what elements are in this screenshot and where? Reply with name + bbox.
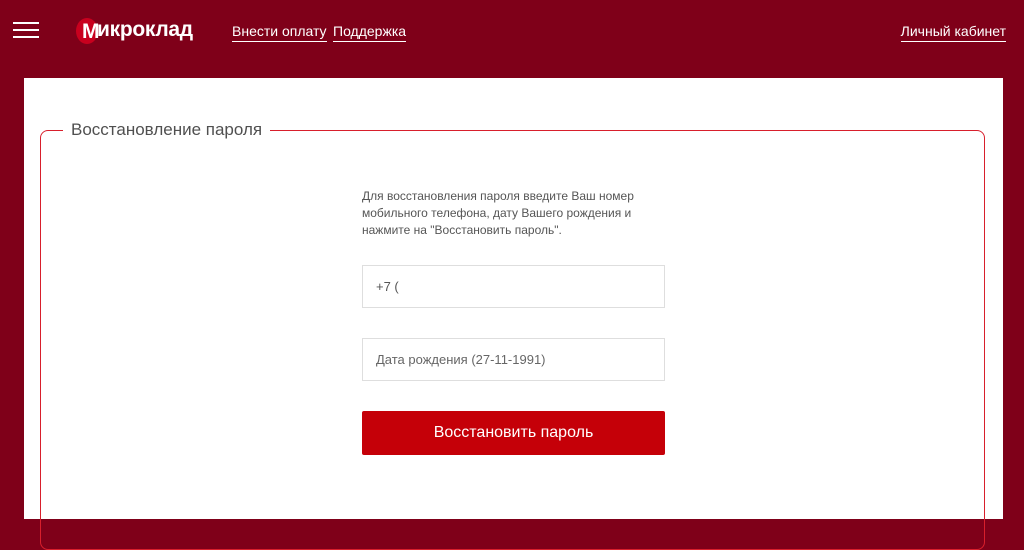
menu-line [13, 36, 39, 38]
logo-mark-icon: М [76, 18, 100, 44]
menu-line [13, 29, 39, 31]
page-title: Восстановление пароля [63, 119, 271, 141]
site-header: М икроклад Внести оплату Поддержка Личны… [0, 0, 1024, 78]
nav-link-cabinet[interactable]: Личный кабинет [900, 23, 1006, 42]
nav-link-pay[interactable]: Внести оплату [232, 23, 327, 42]
phone-input[interactable] [362, 265, 665, 308]
hamburger-menu-icon[interactable] [13, 22, 39, 38]
instructions-text: Для восстановления пароля введите Ваш но… [362, 189, 634, 237]
birth-date-input[interactable] [362, 338, 665, 381]
main-content: Восстановление пароля Для восстановления… [24, 78, 1003, 550]
logo-text: икроклад [97, 18, 193, 41]
restore-password-button[interactable]: Восстановить пароль [362, 411, 665, 455]
nav-link-support[interactable]: Поддержка [333, 23, 407, 42]
logo[interactable]: М икроклад [76, 16, 193, 46]
menu-line [13, 22, 39, 24]
